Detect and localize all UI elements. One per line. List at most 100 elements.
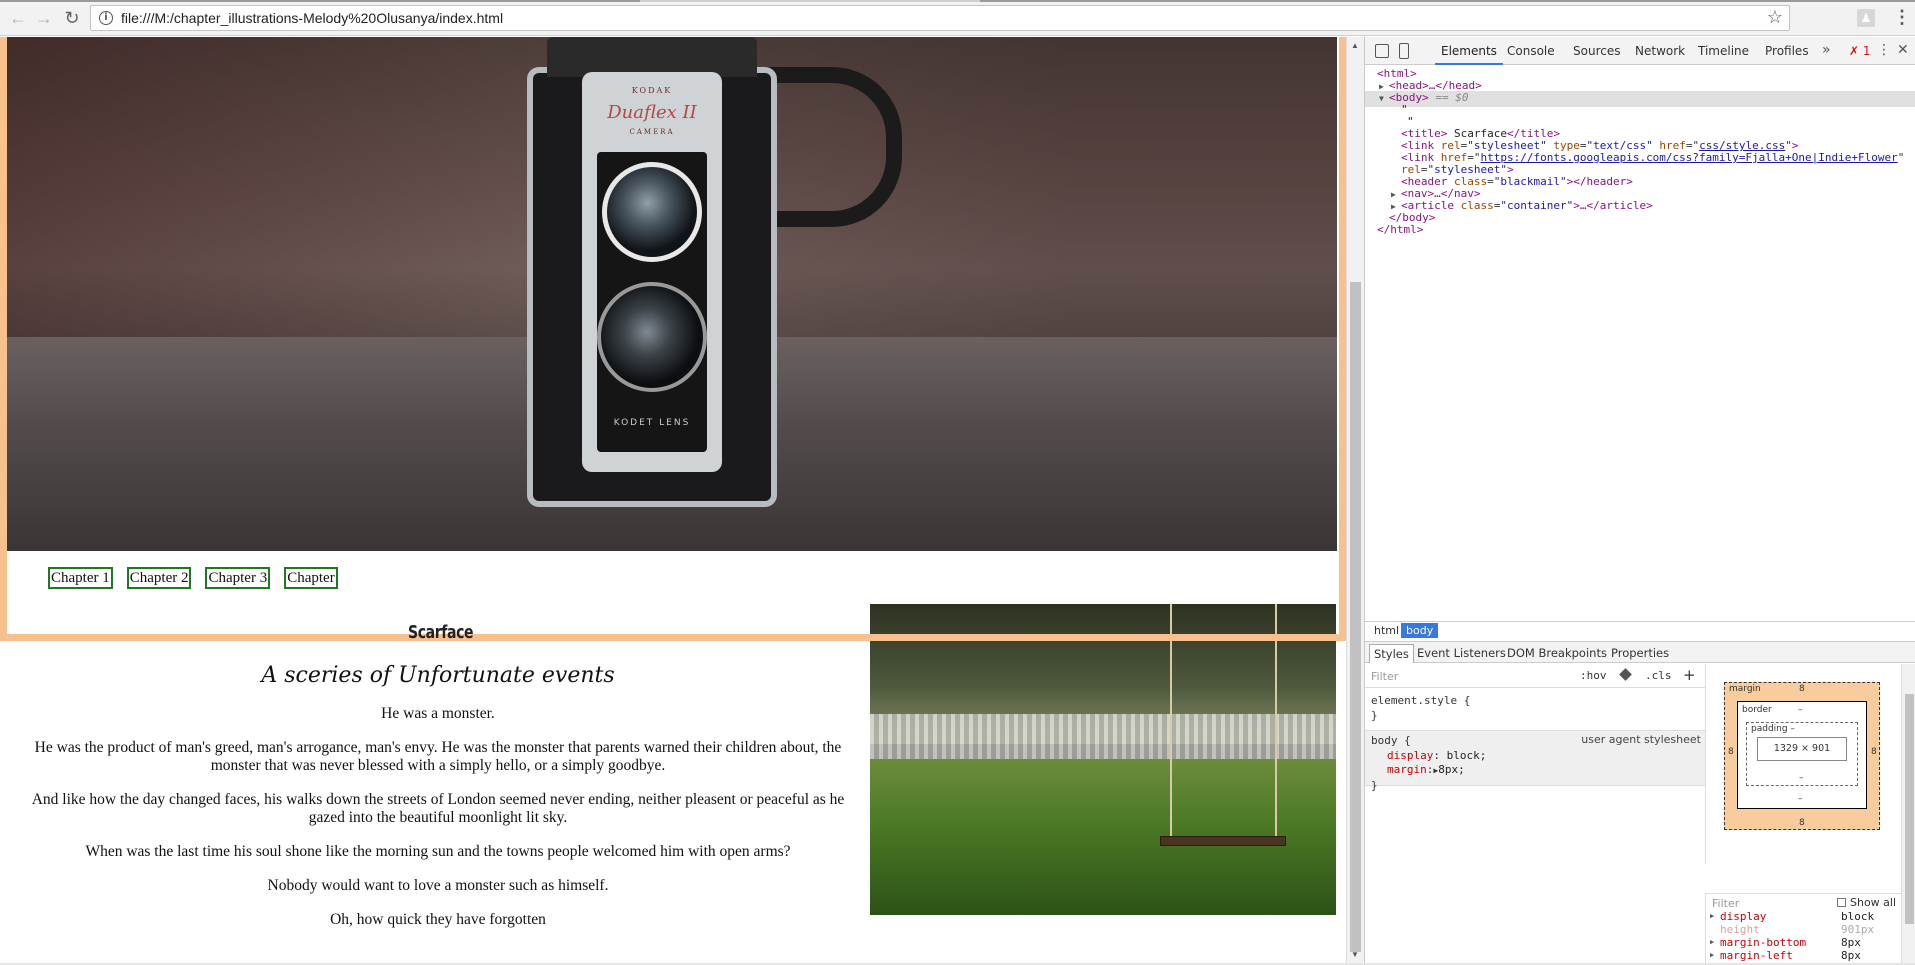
header-camera-image: KODAK Duaflex II CAMERA KODET LENS — [7, 37, 1337, 551]
padding-bottom-value[interactable]: – — [1799, 773, 1804, 783]
scroll-up-icon[interactable]: ▲ — [1351, 41, 1359, 50]
tab-indicator — [0, 0, 640, 2]
class-toggle[interactable]: .cls — [1645, 669, 1672, 682]
hover-state-toggle[interactable]: :hov — [1580, 669, 1607, 682]
dom-node-html-close[interactable]: </html> — [1377, 223, 1423, 238]
profile-icon[interactable]: ♟ — [1857, 9, 1875, 27]
nav-link-chapter-2[interactable]: Chapter 2 — [126, 567, 192, 589]
tab-console[interactable]: Console — [1507, 44, 1555, 58]
star-icon[interactable]: ☆ — [1767, 7, 1783, 28]
nav-link-chapter-3[interactable]: Chapter 3 — [205, 567, 271, 589]
dom-tag: </html> — [1377, 223, 1424, 236]
expand-triangle-icon[interactable]: ▶ — [1710, 951, 1714, 959]
body-ua-rule[interactable]: user agent stylesheet body { display: bl… — [1365, 730, 1705, 792]
chair-rows — [870, 714, 1336, 764]
border-bottom-value[interactable]: – — [1798, 794, 1803, 804]
nav-link-chapter-4[interactable]: Chapter — [284, 567, 338, 589]
subtab-event-listeners[interactable]: Event Listeners — [1417, 646, 1506, 660]
taking-lens — [597, 282, 707, 392]
error-counter[interactable]: ✗ 1 — [1849, 44, 1871, 58]
dom-attr: class — [1460, 199, 1494, 212]
breadcrumb-html[interactable]: html — [1369, 623, 1404, 638]
scroll-down-icon[interactable]: ▼ — [1351, 950, 1359, 959]
device-toolbar-icon[interactable] — [1399, 43, 1409, 59]
padding-label: padding – — [1751, 724, 1795, 734]
swing-image — [870, 604, 1336, 915]
rule-close: } — [1371, 708, 1378, 722]
inspect-element-icon[interactable] — [1375, 44, 1389, 58]
reload-button[interactable]: ↻ — [62, 8, 82, 28]
styles-scrollbar[interactable] — [1901, 664, 1915, 965]
computed-value: 8px — [1841, 936, 1861, 949]
rule-declaration[interactable]: display: block; — [1371, 749, 1705, 764]
show-all-label: Show all — [1850, 896, 1897, 909]
subtab-dom-breakpoints[interactable]: DOM Breakpoints — [1507, 646, 1607, 660]
dom-link[interactable]: https://fonts.googleapis.com/css?family=… — [1481, 151, 1898, 164]
collapse-triangle-icon[interactable]: ▼ — [1379, 92, 1389, 107]
expand-triangle-icon[interactable]: ▶ — [1710, 912, 1714, 920]
devtools-tabbar: Elements Console Sources Network Timelin… — [1365, 37, 1915, 65]
show-all-toggle[interactable]: Show all — [1837, 896, 1896, 909]
viewfinder-lens — [602, 162, 702, 262]
dom-tag: >…</article> — [1573, 199, 1653, 212]
breadcrumb: html body — [1365, 621, 1915, 639]
expand-triangle-icon[interactable]: ▶ — [1710, 938, 1714, 946]
reload-icon: ↻ — [64, 8, 80, 28]
chapter-nav: Chapter 1 Chapter 2 Chapter 3 Chapter — [48, 567, 338, 589]
margin-top-value[interactable]: 8 — [1799, 684, 1805, 694]
rule-source: user agent stylesheet — [1581, 733, 1701, 746]
back-button[interactable]: ← — [8, 8, 28, 28]
arrow-right-icon: → — [35, 8, 53, 28]
border-top-value[interactable]: – — [1798, 705, 1803, 715]
nav-link-chapter-1[interactable]: Chapter 1 — [48, 567, 113, 589]
styles-filter-bar: Filter :hov .cls + — [1365, 664, 1705, 688]
more-tabs-button[interactable]: » — [1822, 42, 1831, 58]
computed-property: display — [1720, 910, 1767, 923]
camera-brand: KODAK — [631, 86, 673, 95]
styles-filter-input[interactable]: Filter — [1371, 670, 1398, 683]
checkbox-icon[interactable] — [1837, 898, 1846, 907]
subtab-styles[interactable]: Styles — [1369, 644, 1414, 663]
element-style-rule[interactable]: element.style { } — [1365, 694, 1705, 723]
tab-sources[interactable]: Sources — [1573, 44, 1620, 58]
close-devtools-icon[interactable]: ✕ — [1897, 42, 1909, 58]
page-scrollbar[interactable]: ▲ ▼ — [1346, 37, 1364, 963]
devtools-menu-icon[interactable]: ⋮ — [1877, 42, 1891, 58]
border-label: border — [1742, 705, 1772, 715]
box-margin: margin 8 8 8 8 border – – padding – – 13… — [1724, 682, 1880, 830]
rule-declaration[interactable]: margin:▶8px; — [1371, 763, 1705, 779]
dom-node-body-selected[interactable]: ▼ <body> == $0 — [1365, 91, 1915, 107]
tab-network[interactable]: Network — [1635, 44, 1685, 58]
css-property: display — [1387, 748, 1434, 762]
error-icon: ✗ — [1849, 44, 1863, 58]
address-url[interactable]: file:///M:/chapter_illustrations-Melody%… — [121, 10, 503, 26]
article-paragraph: He was the product of man's greed, man's… — [34, 739, 842, 774]
paint-icon[interactable] — [1619, 668, 1632, 681]
article-container: A sceries of Unfortunate events He was a… — [14, 657, 862, 945]
camera-illustration: KODAK Duaflex II CAMERA KODET LENS — [527, 37, 902, 507]
swing-rope — [1170, 604, 1172, 839]
scrollbar-thumb[interactable] — [1350, 282, 1361, 952]
breadcrumb-body[interactable]: body — [1401, 623, 1439, 638]
box-border: border – – padding – – 1329 × 901 — [1737, 701, 1867, 809]
subtab-properties[interactable]: Properties — [1611, 646, 1669, 660]
tab-elements[interactable]: Elements — [1441, 44, 1497, 58]
box-content-size[interactable]: 1329 × 901 — [1757, 737, 1847, 761]
dom-value: "container" — [1500, 199, 1574, 212]
margin-bottom-value[interactable]: 8 — [1799, 818, 1805, 828]
forward-button[interactable]: → — [34, 8, 54, 28]
tab-profiles[interactable]: Profiles — [1765, 44, 1809, 58]
margin-right-value[interactable]: 8 — [1871, 747, 1877, 757]
scrollbar-thumb[interactable] — [1905, 694, 1914, 924]
add-rule-icon[interactable]: + — [1683, 666, 1696, 684]
site-title: Scarface — [408, 622, 474, 643]
computed-value: block — [1841, 910, 1875, 923]
tab-timeline[interactable]: Timeline — [1698, 44, 1749, 58]
margin-left-value[interactable]: 8 — [1728, 747, 1734, 757]
address-bar[interactable]: i file:///M:/chapter_illustrations-Melod… — [90, 5, 1790, 31]
menu-icon[interactable]: ⋮ — [1893, 7, 1911, 27]
info-icon[interactable]: i — [99, 11, 113, 25]
computed-filter-input[interactable]: Filter — [1712, 897, 1739, 910]
tab-indicator — [980, 0, 1915, 2]
computed-value: 8px — [1841, 949, 1861, 962]
